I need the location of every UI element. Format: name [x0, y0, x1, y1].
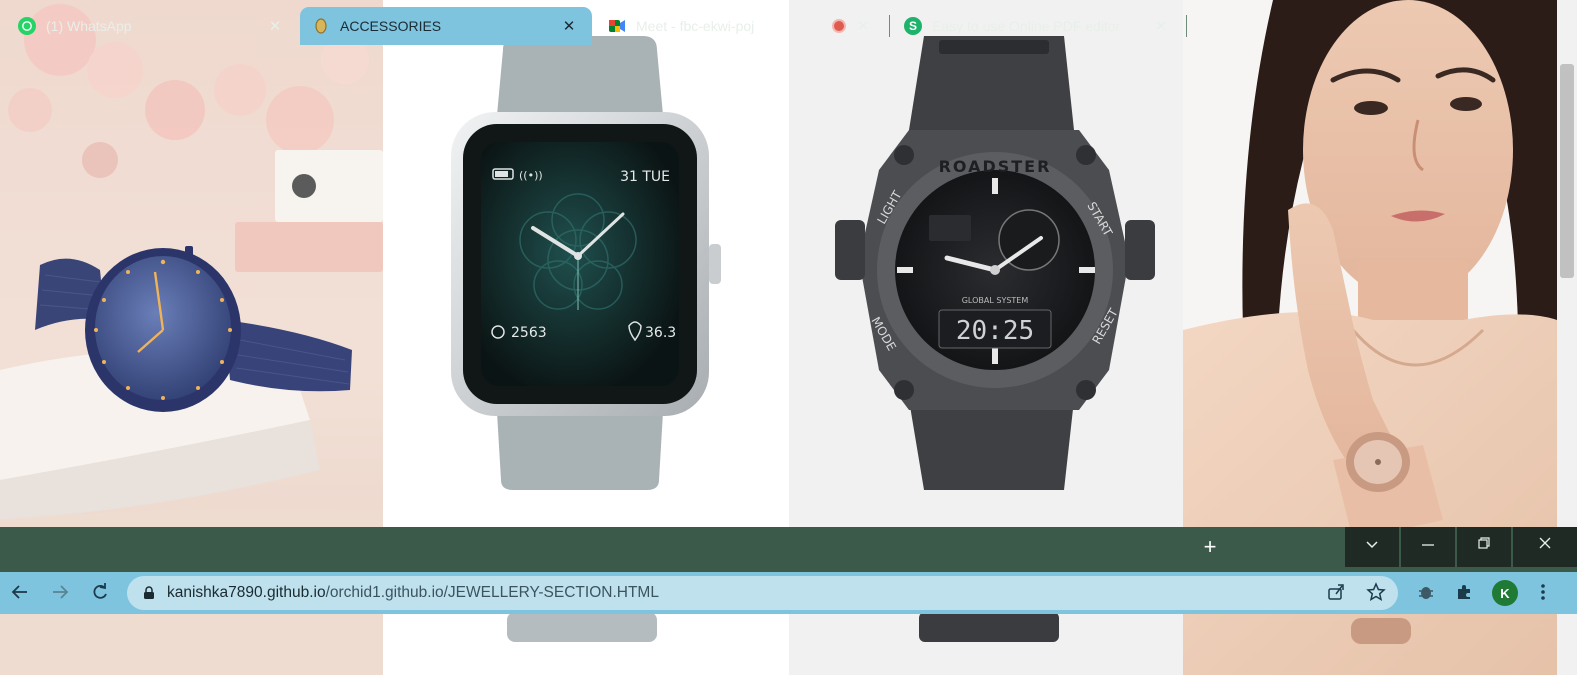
close-icon[interactable]: ✕ [558, 17, 580, 35]
page-favicon [312, 17, 330, 35]
profile-avatar[interactable]: K [1492, 580, 1518, 606]
new-tab-button[interactable]: + [1195, 532, 1225, 562]
back-button[interactable] [6, 578, 34, 606]
tab-separator [889, 15, 890, 37]
meet-icon [608, 17, 626, 35]
brand-text: ROADSTER [939, 157, 1052, 176]
lock-icon [144, 586, 154, 599]
reload-icon [93, 583, 107, 599]
system-text: GLOBAL SYSTEM [962, 296, 1029, 305]
tab-separator [1186, 15, 1187, 37]
extension-button[interactable] [1412, 578, 1440, 606]
forward-button[interactable] [46, 578, 74, 606]
back-arrow-icon [11, 585, 27, 599]
tab-title: ACCESSORIES [340, 18, 442, 34]
share-button[interactable] [1322, 578, 1350, 606]
scrollbar-thumb[interactable] [1560, 64, 1574, 278]
reload-button[interactable] [86, 578, 114, 606]
forward-arrow-icon [53, 585, 69, 599]
tab-search-button[interactable] [1345, 527, 1399, 567]
menu-button[interactable] [1529, 578, 1557, 606]
bookmark-button[interactable] [1362, 578, 1390, 606]
recording-icon [832, 19, 846, 33]
kebab-menu-icon [1541, 584, 1545, 600]
star-icon [1366, 582, 1386, 602]
sejda-icon: S [904, 17, 922, 35]
close-window-button[interactable] [1513, 527, 1577, 567]
address-bar[interactable]: kanishka7890.github.io/orchid1.github.io… [127, 576, 1398, 610]
whatsapp-icon [18, 17, 36, 35]
tab-pdf-editor[interactable]: S Easy to use Online PDF editor ✕ [892, 7, 1184, 45]
digital-time: 20:25 [956, 316, 1034, 346]
tab-title: Meet - fbc-ekwi-poj [636, 18, 755, 34]
restore-icon [1478, 537, 1490, 549]
tab-whatsapp[interactable]: (1) WhatsApp ✕ [6, 7, 298, 45]
svg-text:((•)): ((•)) [519, 169, 543, 182]
bug-extension-icon [1419, 587, 1433, 599]
watch-date-text: 31 TUE [620, 169, 670, 185]
tab-accessories[interactable]: ACCESSORIES ✕ [300, 7, 592, 45]
puzzle-icon [1458, 585, 1470, 599]
watch-distance-text: 36.3 [645, 325, 676, 341]
extensions-button[interactable] [1450, 578, 1478, 606]
minimize-icon [1422, 544, 1434, 546]
close-icon[interactable]: ✕ [264, 17, 286, 35]
tab-meet[interactable]: Meet - fbc-ekwi-poj ✕ [596, 7, 886, 45]
url-host: kanishka7890.github.io [167, 584, 326, 601]
restore-button[interactable] [1457, 527, 1511, 567]
browser-window: ((•)) 31 TUE 2563 36.3 ROADSTER LIGHT ST… [0, 0, 1577, 675]
tab-title: (1) WhatsApp [46, 18, 132, 34]
watch-steps-text: 2563 [511, 325, 547, 341]
tab-title: Easy to use Online PDF editor [932, 18, 1121, 34]
chevron-down-icon [1366, 541, 1378, 549]
share-icon [1328, 584, 1344, 600]
url-path: /orchid1.github.io/JEWELLERY-SECTION.HTM… [325, 584, 659, 601]
minimize-button[interactable] [1401, 527, 1455, 567]
close-icon[interactable]: ✕ [852, 17, 874, 35]
close-icon [1539, 537, 1551, 549]
close-icon[interactable]: ✕ [1150, 17, 1172, 35]
tab-strip [0, 527, 1577, 572]
